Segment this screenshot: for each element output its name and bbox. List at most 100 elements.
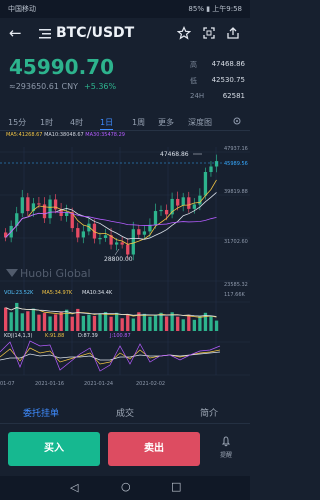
volume-series bbox=[4, 302, 219, 331]
tab-1h[interactable]: 1时 bbox=[40, 117, 53, 128]
tab-15m[interactable]: 15分 bbox=[8, 117, 26, 128]
candle-body bbox=[81, 231, 85, 238]
axis-current-price: 45989.56 bbox=[224, 161, 248, 167]
bottom-tabs-divider bbox=[0, 423, 250, 424]
chart-area: MA5:41268.67 MA10:38048.67 MA30:35478.29… bbox=[0, 132, 250, 392]
x-label-1: 01-07 bbox=[0, 381, 15, 387]
candle-body bbox=[209, 166, 213, 172]
volume-value: 62581 bbox=[222, 92, 245, 100]
top-header: ← BTC/USDT bbox=[0, 18, 250, 50]
system-navbar: ◁ ○ □ bbox=[0, 476, 250, 500]
pair-title[interactable]: BTC/USDT bbox=[56, 25, 134, 41]
volume-bar bbox=[70, 316, 74, 331]
menu-bars-icon[interactable] bbox=[38, 27, 52, 41]
nav-recent-button[interactable]: □ bbox=[171, 480, 181, 493]
date-axis: 01-07 2021-01-16 2021-01-24 2021-02-02 bbox=[0, 381, 165, 387]
tab-info[interactable]: 简介 bbox=[200, 406, 218, 419]
volume-ma5-label: MA5:34.97K bbox=[42, 290, 73, 296]
volume-bar bbox=[15, 302, 19, 331]
volume-bar bbox=[120, 318, 124, 331]
candle-body bbox=[115, 242, 119, 245]
tab-more[interactable]: 更多 bbox=[158, 117, 174, 128]
back-arrow-icon[interactable]: ← bbox=[9, 25, 23, 41]
axis-price-1: 47937.16 bbox=[224, 146, 248, 152]
nav-home-button[interactable]: ○ bbox=[121, 480, 131, 493]
candle-body bbox=[214, 161, 219, 167]
candle-body bbox=[181, 197, 185, 206]
volume-bar bbox=[187, 314, 191, 331]
scan-icon[interactable] bbox=[202, 26, 216, 40]
volume-bar bbox=[159, 312, 163, 331]
bottom-tabs: 委托挂单 成交 简介 bbox=[0, 398, 250, 424]
status-bar: 中国移动 85% ▮ 上午9:58 bbox=[0, 0, 250, 18]
volume-bar bbox=[92, 315, 97, 331]
d-label: D:87.39 bbox=[78, 333, 98, 339]
volume-bar bbox=[4, 307, 8, 331]
candle-body bbox=[120, 242, 124, 245]
candle-body bbox=[159, 209, 163, 212]
candle-body bbox=[187, 197, 191, 209]
j-label: J:100.87 bbox=[109, 333, 131, 339]
volume-bar bbox=[20, 313, 24, 331]
axis-price-3: 39819.88 bbox=[224, 189, 248, 195]
buy-button[interactable]: 买入 bbox=[8, 432, 100, 466]
volume-ma5-line bbox=[5, 307, 217, 318]
low-value: 42530.75 bbox=[211, 76, 245, 84]
volume-bar bbox=[142, 313, 147, 331]
trade-actions: 买入 卖出 提醒 bbox=[0, 430, 250, 472]
tab-4h[interactable]: 4时 bbox=[70, 117, 83, 128]
candle-body bbox=[198, 195, 202, 205]
alert-button[interactable]: 提醒 bbox=[212, 434, 240, 464]
x-label-4: 2021-02-02 bbox=[136, 381, 165, 387]
volume-bar bbox=[53, 314, 58, 331]
candle-series bbox=[4, 154, 219, 261]
kdj-label: KDJ(14,1,3) bbox=[4, 333, 32, 339]
tab-1d[interactable]: 1日 bbox=[100, 117, 113, 128]
high-label: 高 bbox=[190, 61, 197, 69]
candle-body bbox=[20, 197, 24, 214]
sell-button[interactable]: 卖出 bbox=[108, 432, 200, 466]
volume-bar bbox=[26, 311, 30, 331]
nav-back-button[interactable]: ◁ bbox=[70, 481, 78, 494]
candle-body bbox=[142, 231, 147, 235]
volume-bar bbox=[81, 315, 85, 331]
low-stat: 低 42530.75 bbox=[190, 76, 245, 92]
kdj-d-line bbox=[0, 351, 221, 361]
volume-bar bbox=[214, 320, 219, 331]
volume-bar bbox=[48, 316, 52, 331]
volume-bar bbox=[42, 313, 47, 331]
candle-body bbox=[76, 228, 80, 238]
kdj-k-line bbox=[0, 347, 221, 365]
period-divider bbox=[0, 130, 250, 131]
volume-bar bbox=[176, 316, 180, 331]
share-icon[interactable] bbox=[226, 26, 240, 40]
tab-trades[interactable]: 成交 bbox=[116, 406, 134, 419]
volume-bar bbox=[31, 308, 36, 331]
tab-depth[interactable]: 深度图 bbox=[188, 117, 212, 128]
candle-body bbox=[26, 197, 30, 212]
volume-bar bbox=[131, 318, 135, 331]
x-label-3: 2021-01-24 bbox=[84, 381, 113, 387]
star-icon[interactable] bbox=[177, 26, 191, 40]
volume-ma10-line bbox=[5, 307, 217, 317]
candle-body bbox=[203, 172, 208, 196]
k-label: K:91.88 bbox=[45, 333, 64, 339]
volume-bar bbox=[148, 316, 152, 331]
candle-body bbox=[98, 238, 102, 240]
candle-body bbox=[137, 229, 141, 235]
settings-icon[interactable] bbox=[232, 116, 242, 126]
tab-orders[interactable]: 委托挂单 bbox=[23, 406, 59, 419]
candle-body bbox=[131, 229, 135, 255]
candle-body bbox=[103, 235, 108, 238]
volume-bar bbox=[198, 315, 202, 331]
volume-ma10-label: MA10:34.4K bbox=[82, 290, 113, 296]
period-tabs: 15分 1时 4时 1日 1周 更多 深度图 bbox=[0, 114, 250, 131]
volume-bar bbox=[103, 312, 108, 331]
candlestick-chart: 47937.16 39819.88 31702.60 23585.32 4598… bbox=[0, 146, 250, 387]
volume-bar bbox=[164, 316, 169, 331]
candle-body bbox=[164, 209, 169, 215]
candle-body bbox=[48, 199, 52, 219]
axis-price-4: 31702.60 bbox=[224, 239, 248, 245]
tab-1w[interactable]: 1周 bbox=[132, 117, 145, 128]
volume-bar bbox=[9, 312, 13, 331]
